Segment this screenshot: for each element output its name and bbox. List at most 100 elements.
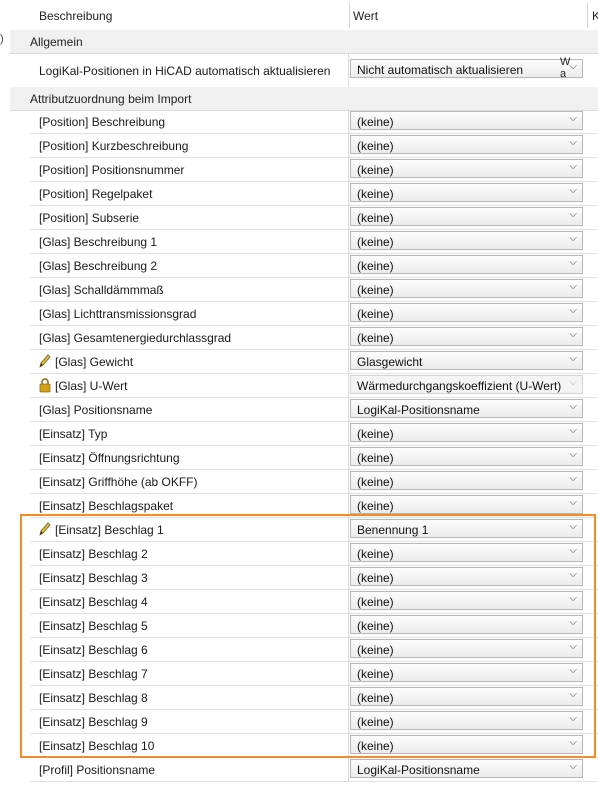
chevron-down-icon: ⌵ (569, 257, 577, 268)
attribute-row[interactable]: [Glas] Beschreibung 1 (keine) ⌵ (30, 229, 598, 254)
value-dropdown[interactable]: (keine) ⌵ (350, 591, 583, 610)
value-dropdown[interactable]: (keine) ⌵ (350, 423, 583, 442)
overflow-text: a (560, 68, 567, 80)
value-dropdown[interactable]: (keine) ⌵ (350, 471, 583, 490)
attribute-row[interactable]: [Einsatz] Beschlagspaket (keine) ⌵ (30, 493, 598, 518)
attribute-row[interactable]: [Glas] Beschreibung 2 (keine) ⌵ (30, 253, 598, 278)
attribute-row[interactable]: [Einsatz] Beschlag 8 (keine) ⌵ (30, 685, 598, 710)
row-label-cell: [Einsatz] Beschlag 5 (30, 613, 349, 637)
attribute-row[interactable]: [Glas] Lichttransmissionsgrad (keine) ⌵ (30, 301, 598, 326)
attribute-row[interactable]: [Einsatz] Beschlag 6 (keine) ⌵ (30, 637, 598, 662)
column-header-third[interactable]: K (592, 9, 598, 23)
attribute-row[interactable]: [Glas] U-Wert Wärmedurchgangskoeffizient … (30, 373, 598, 398)
attribute-row[interactable]: [Einsatz] Beschlag 1 Benennung 1 ⌵ (30, 517, 598, 542)
row-label: [Einsatz] Beschlag 10 (39, 739, 155, 753)
attribute-row[interactable]: [Einsatz] Typ (keine) ⌵ (30, 421, 598, 446)
value-dropdown[interactable]: (keine) ⌵ (350, 327, 583, 346)
value-dropdown[interactable]: (keine) ⌵ (350, 543, 583, 562)
chevron-down-icon: ⌵ (569, 113, 577, 124)
value-dropdown[interactable]: (keine) ⌵ (350, 255, 583, 274)
value-dropdown[interactable]: (keine) ⌵ (350, 735, 583, 754)
overflow-text: W (560, 56, 571, 68)
attribute-row[interactable]: [Glas] Gesamtenergiedurchlassgrad (keine)… (30, 325, 598, 350)
attribute-row[interactable]: [Profil] Positionsname LogiKal-Positionsn… (30, 757, 598, 782)
dropdown-value: (keine) (357, 715, 394, 729)
column-header-wert[interactable]: Wert (353, 9, 378, 23)
value-dropdown[interactable]: (keine) ⌵ (350, 447, 583, 466)
attribute-row[interactable]: [Einsatz] Griffhöhe (ab OKFF) (keine) ⌵ (30, 469, 598, 494)
attribute-row[interactable]: [Glas] Schalldämmmaß (keine) ⌵ (30, 277, 598, 302)
attribute-row[interactable]: [Einsatz] Beschlag 10 (keine) ⌵ (30, 733, 598, 758)
pencil-icon (38, 521, 52, 537)
attribute-row[interactable]: [Einsatz] Beschlag 2 (keine) ⌵ (30, 541, 598, 566)
value-dropdown[interactable]: (keine) ⌵ (350, 135, 583, 154)
attribute-row[interactable]: [Einsatz] Beschlag 9 (keine) ⌵ (30, 709, 598, 734)
chevron-down-icon: ⌵ (569, 713, 577, 724)
chevron-down-icon: ⌵ (569, 61, 577, 72)
value-dropdown[interactable]: (keine) ⌵ (350, 663, 583, 682)
column-header-beschreibung[interactable]: Beschreibung (39, 9, 112, 23)
attribute-row[interactable]: [Position] Positionsnummer (keine) ⌵ (30, 157, 598, 182)
dropdown-value: (keine) (357, 595, 394, 609)
value-dropdown[interactable]: (keine) ⌵ (350, 183, 583, 202)
row-label: [Einsatz] Typ (39, 427, 108, 441)
chevron-down-icon: ⌵ (569, 569, 577, 580)
row-label: [Einsatz] Öffnungsrichtung (39, 451, 180, 465)
value-dropdown[interactable]: (keine) ⌵ (350, 231, 583, 250)
row-label: [Glas] Gesamtenergiedurchlassgrad (39, 331, 232, 345)
value-dropdown[interactable]: (keine) ⌵ (350, 159, 583, 178)
row-label: [Position] Kurzbeschreibung (39, 139, 189, 153)
value-dropdown[interactable]: (keine) ⌵ (350, 303, 583, 322)
column-divider[interactable] (587, 2, 588, 28)
value-dropdown[interactable]: (keine) ⌵ (350, 207, 583, 226)
attribute-row[interactable]: [Glas] Gewicht Glasgewicht ⌵ (30, 349, 598, 374)
chevron-down-icon: ⌵ (569, 137, 577, 148)
value-dropdown[interactable]: (keine) ⌵ (350, 279, 583, 298)
general-row-auto-update[interactable]: LogiKal-Positionen in HiCAD automatisch … (30, 53, 598, 88)
row-label: [Einsatz] Beschlag 1 (55, 523, 164, 537)
row-label: [Einsatz] Beschlag 2 (39, 547, 148, 561)
dropdown-value: (keine) (357, 739, 394, 753)
chevron-down-icon: ⌵ (569, 545, 577, 556)
value-dropdown[interactable]: (keine) ⌵ (350, 615, 583, 634)
row-label-cell: [Einsatz] Beschlag 10 (30, 733, 349, 757)
attribute-row[interactable]: [Einsatz] Beschlag 4 (keine) ⌵ (30, 589, 598, 614)
value-dropdown[interactable]: (keine) ⌵ (350, 495, 583, 514)
value-dropdown[interactable]: (keine) ⌵ (350, 639, 583, 658)
value-dropdown[interactable]: Benennung 1 ⌵ (350, 519, 583, 538)
attribute-row[interactable]: [Einsatz] Beschlag 7 (keine) ⌵ (30, 661, 598, 686)
attribute-row[interactable]: [Position] Kurzbeschreibung (keine) ⌵ (30, 133, 598, 158)
dropdown-value: (keine) (357, 331, 394, 345)
section-attributzuordnung[interactable]: Attributzuordnung beim Import (10, 87, 598, 111)
value-dropdown: Wärmedurchgangskoeffizient (U-Wert) ⌵ (350, 375, 583, 394)
dropdown-value: (keine) (357, 451, 394, 465)
value-dropdown[interactable]: (keine) ⌵ (350, 567, 583, 586)
row-label-cell: [Einsatz] Beschlag 4 (30, 589, 349, 613)
dropdown-value: (keine) (357, 139, 394, 153)
value-dropdown[interactable]: LogiKal-Positionsname ⌵ (350, 759, 583, 778)
chevron-down-icon: ⌵ (569, 761, 577, 772)
chevron-down-icon: ⌵ (569, 233, 577, 244)
attribute-row[interactable]: [Position] Subserie (keine) ⌵ (30, 205, 598, 230)
column-divider[interactable] (349, 2, 350, 28)
chevron-down-icon: ⌵ (569, 185, 577, 196)
dropdown-value: Wärmedurchgangskoeffizient (U-Wert) (357, 379, 562, 393)
row-label-cell: [Position] Subserie (30, 205, 349, 229)
chevron-down-icon: ⌵ (569, 641, 577, 652)
attribute-row[interactable]: [Glas] Positionsname LogiKal-Positionsnam… (30, 397, 598, 422)
section-allgemein[interactable]: Allgemein (10, 30, 598, 54)
attribute-row[interactable]: [Einsatz] Beschlag 3 (keine) ⌵ (30, 565, 598, 590)
value-dropdown[interactable]: LogiKal-Positionsname ⌵ (350, 399, 583, 418)
row-label: [Glas] U-Wert (55, 379, 128, 393)
row-label: [Einsatz] Beschlag 3 (39, 571, 148, 585)
value-dropdown[interactable]: (keine) ⌵ (350, 687, 583, 706)
value-dropdown[interactable]: Glasgewicht ⌵ (350, 351, 583, 370)
auto-update-dropdown[interactable]: Nicht automatisch aktualisieren ⌵ (350, 59, 583, 78)
attribute-row[interactable]: [Einsatz] Öffnungsrichtung (keine) ⌵ (30, 445, 598, 470)
value-dropdown[interactable]: (keine) ⌵ (350, 711, 583, 730)
value-dropdown[interactable]: (keine) ⌵ (350, 111, 583, 130)
attribute-row[interactable]: [Position] Regelpaket (keine) ⌵ (30, 181, 598, 206)
attribute-row[interactable]: [Position] Beschreibung (keine) ⌵ (30, 109, 598, 134)
attribute-row[interactable]: [Einsatz] Beschlag 5 (keine) ⌵ (30, 613, 598, 638)
row-label-cell: [Position] Regelpaket (30, 181, 349, 205)
